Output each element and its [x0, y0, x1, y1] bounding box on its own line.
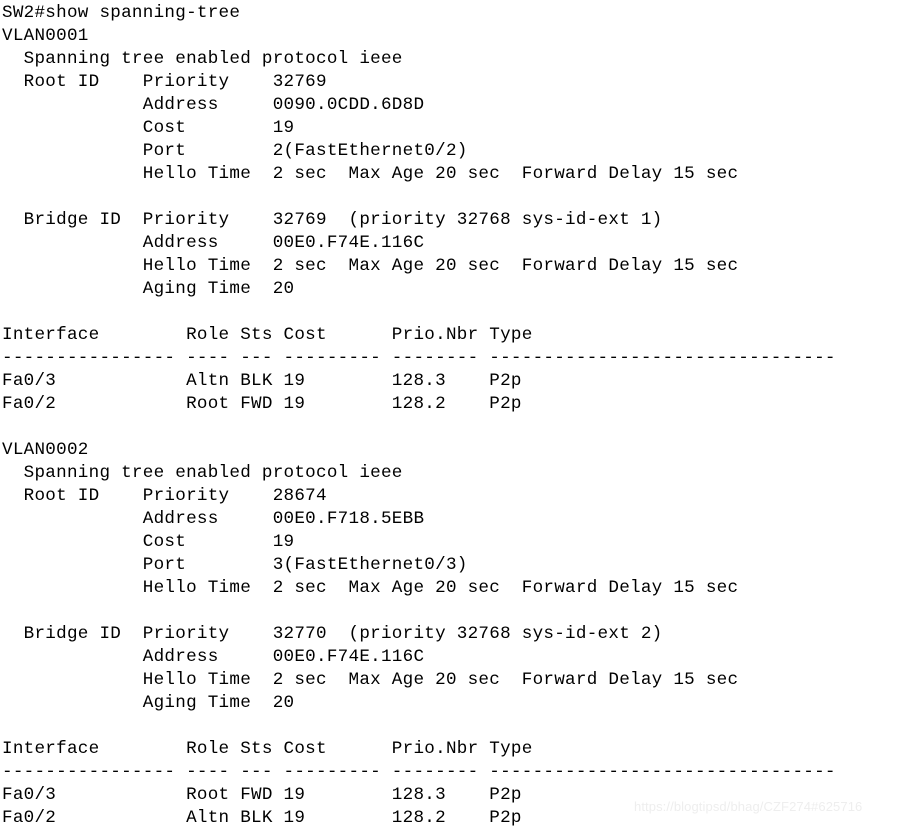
- terminal-line-vlan0002-table-separator: ---------------- ---- --- --------- ----…: [2, 762, 836, 782]
- terminal-line-vlan0001-root-priority: Root ID Priority 32769: [2, 72, 327, 92]
- terminal-line-vlan0001-bridge-priority: Bridge ID Priority 32769 (priority 32768…: [2, 210, 663, 230]
- terminal-line-vlan0001-bridge-aging-time: Aging Time 20: [2, 279, 295, 299]
- terminal-line-vlan0002-bridge-address: Address 00E0.F74E.116C: [2, 647, 425, 667]
- terminal-line-vlan0002-protocol: Spanning tree enabled protocol ieee: [2, 463, 403, 483]
- terminal-line-vlan0001-table-header: Interface Role Sts Cost Prio.Nbr Type: [2, 325, 533, 345]
- terminal-line-command: SW2#show spanning-tree: [2, 3, 241, 23]
- table-row: Fa0/3 Root FWD 19 128.3 P2p: [2, 785, 522, 805]
- table-row: Fa0/2 Root FWD 19 128.2 P2p: [2, 394, 522, 414]
- terminal-line-vlan0001-root-hello-time: Hello Time 2 sec Max Age 20 sec Forward …: [2, 164, 739, 184]
- terminal-line-vlan0002-root-cost: Cost 19: [2, 532, 295, 552]
- terminal-line-vlan0002-root-address: Address 00E0.F718.5EBB: [2, 509, 425, 529]
- terminal-line-vlan0001-root-cost: Cost 19: [2, 118, 295, 138]
- terminal-line-vlan0002-root-priority: Root ID Priority 28674: [2, 486, 327, 506]
- terminal-line-vlan0002-bridge-hello-time: Hello Time 2 sec Max Age 20 sec Forward …: [2, 670, 739, 690]
- table-row: Fa0/3 Altn BLK 19 128.3 P2p: [2, 371, 522, 391]
- terminal-line-vlan0002-header: VLAN0002: [2, 440, 89, 460]
- terminal-line-vlan0001-root-address: Address 0090.0CDD.6D8D: [2, 95, 425, 115]
- terminal-line-vlan0001-bridge-address: Address 00E0.F74E.116C: [2, 233, 425, 253]
- terminal-line-vlan0002-root-hello-time: Hello Time 2 sec Max Age 20 sec Forward …: [2, 578, 739, 598]
- terminal-line-vlan0001-header: VLAN0001: [2, 26, 89, 46]
- terminal-line-vlan0001-table-separator: ---------------- ---- --- --------- ----…: [2, 348, 836, 368]
- terminal-line-vlan0002-bridge-aging-time: Aging Time 20: [2, 693, 295, 713]
- table-row: Fa0/2 Altn BLK 19 128.2 P2p: [2, 808, 522, 828]
- terminal-line-vlan0001-protocol: Spanning tree enabled protocol ieee: [2, 49, 403, 69]
- terminal-line-vlan0001-root-port: Port 2(FastEthernet0/2): [2, 141, 468, 161]
- terminal-line-vlan0002-root-port: Port 3(FastEthernet0/3): [2, 555, 468, 575]
- terminal-line-vlan0002-bridge-priority: Bridge ID Priority 32770 (priority 32768…: [2, 624, 663, 644]
- terminal-line-vlan0001-bridge-hello-time: Hello Time 2 sec Max Age 20 sec Forward …: [2, 256, 739, 276]
- terminal-output[interactable]: SW2#show spanning-tree VLAN0001 Spanning…: [0, 0, 899, 833]
- terminal-line-vlan0002-table-header: Interface Role Sts Cost Prio.Nbr Type: [2, 739, 533, 759]
